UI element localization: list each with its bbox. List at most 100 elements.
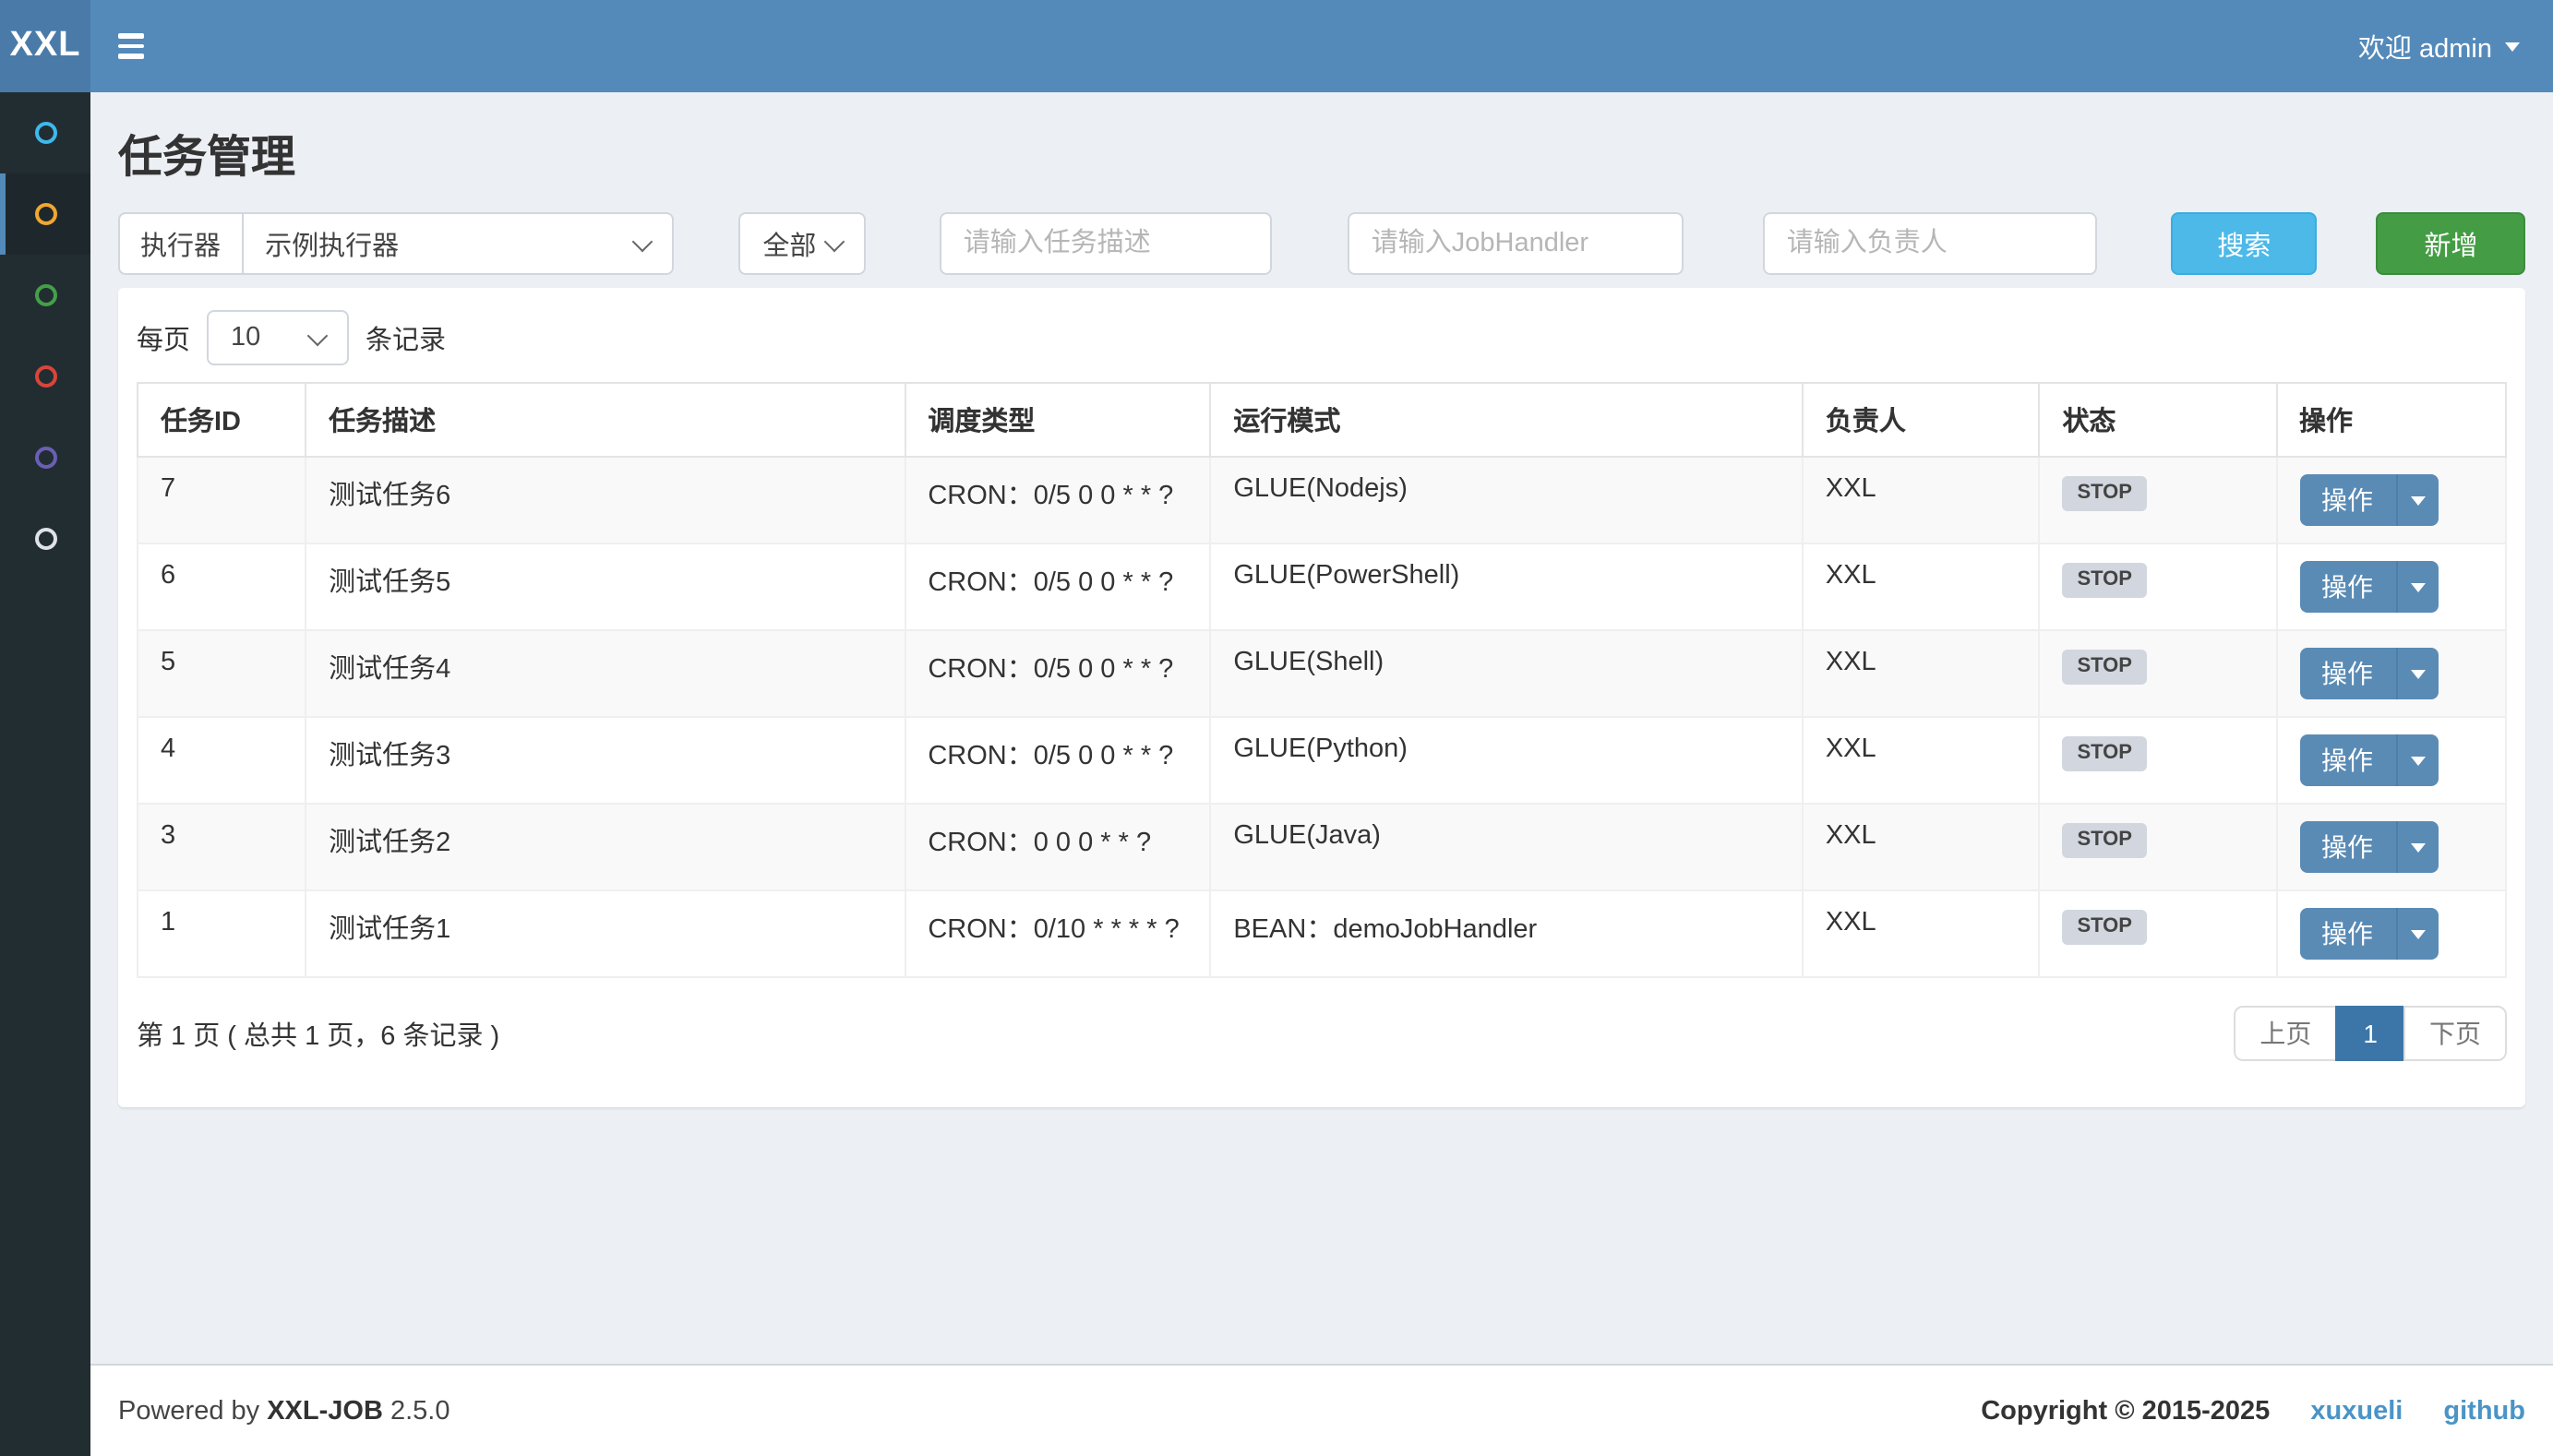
action-split-button: 操作 [2299, 561, 2438, 613]
run-mode-cell: GLUE(Python) [1210, 717, 1803, 804]
job-id-cell: 5 [138, 630, 306, 717]
action-cell: 操作 [2276, 804, 2506, 890]
page-size-value: 10 [231, 323, 260, 352]
navbar-main: 欢迎 admin [90, 0, 2553, 92]
search-button[interactable]: 搜索 [2171, 212, 2318, 275]
schedule-cell: CRON：0/10 * * * * ? [905, 890, 1210, 977]
status-cell: STOP [2039, 457, 2276, 543]
circle-icon [34, 528, 56, 550]
executor-label: 执行器 [118, 212, 241, 275]
owner-cell: XXL [1803, 890, 2040, 977]
sidebar-item-3[interactable] [0, 255, 90, 336]
pagination-info: 第 1 页 ( 总共 1 页，6 条记录 ) [137, 1014, 499, 1053]
job-desc-cell: 测试任务5 [306, 543, 905, 630]
col-job-id: 任务ID [138, 383, 306, 457]
job-desc-cell: 测试任务1 [306, 890, 905, 977]
copyright-text: Copyright © 2015-2025 [1981, 1396, 2270, 1426]
top-navbar: XXL 欢迎 admin [0, 0, 2553, 92]
table-footer: 第 1 页 ( 总共 1 页，6 条记录 ) 上页 1 下页 [137, 1006, 2507, 1061]
caret-down-icon [2410, 582, 2425, 591]
job-desc-cell: 测试任务2 [306, 804, 905, 890]
schedule-cell: CRON：0/5 0 0 * * ? [905, 543, 1210, 630]
circle-icon [34, 447, 56, 469]
page-size-prefix: 每页 [137, 318, 190, 357]
action-cell: 操作 [2276, 457, 2506, 543]
executor-select[interactable]: 示例执行器 [241, 212, 674, 275]
action-button[interactable]: 操作 [2299, 561, 2397, 613]
caret-down-icon [2410, 842, 2425, 852]
circle-icon [34, 284, 56, 306]
status-cell: STOP [2039, 543, 2276, 630]
app-name: XXL-JOB [267, 1396, 383, 1426]
col-status: 状态 [2039, 383, 2276, 457]
status-badge: STOP [2062, 650, 2147, 685]
job-desc-cell: 测试任务3 [306, 717, 905, 804]
filter-toolbar: 执行器 示例执行器 全部 搜索 新增 [118, 212, 2525, 275]
action-dropdown-toggle[interactable] [2397, 561, 2438, 613]
status-select-value: 全部 [762, 224, 816, 263]
action-button[interactable]: 操作 [2299, 908, 2397, 960]
job-id-cell: 1 [138, 890, 306, 977]
sidebar-item-2[interactable] [0, 173, 90, 255]
run-mode-cell: BEAN：demoJobHandler [1210, 890, 1803, 977]
action-dropdown-toggle[interactable] [2397, 734, 2438, 786]
powered-by: Powered by XXL-JOB 2.5.0 [118, 1396, 449, 1426]
action-button[interactable]: 操作 [2299, 734, 2397, 786]
action-button[interactable]: 操作 [2299, 648, 2397, 699]
status-badge: STOP [2062, 476, 2147, 511]
page-size-select[interactable]: 10 [207, 310, 349, 365]
action-dropdown-toggle[interactable] [2397, 474, 2438, 526]
sidebar-toggle-button[interactable] [118, 0, 174, 92]
status-select[interactable]: 全部 [738, 212, 865, 275]
sidebar-item-1[interactable] [0, 92, 90, 173]
app-logo[interactable]: XXL [0, 0, 90, 92]
sidebar-item-6[interactable] [0, 498, 90, 579]
job-desc-input[interactable] [940, 212, 1272, 275]
user-menu[interactable]: 欢迎 admin [2358, 27, 2520, 66]
col-owner: 负责人 [1803, 383, 2040, 457]
caret-down-icon [2410, 669, 2425, 678]
page-title: 任务管理 [118, 120, 2525, 185]
run-mode-cell: GLUE(PowerShell) [1210, 543, 1803, 630]
xuxueli-link[interactable]: xuxueli [2310, 1396, 2403, 1426]
schedule-cell: CRON：0/5 0 0 * * ? [905, 630, 1210, 717]
action-cell: 操作 [2276, 630, 2506, 717]
sidebar-item-4[interactable] [0, 336, 90, 417]
github-link[interactable]: github [2443, 1396, 2525, 1426]
action-button[interactable]: 操作 [2299, 821, 2397, 873]
executor-select-value: 示例执行器 [265, 224, 399, 263]
action-cell: 操作 [2276, 717, 2506, 804]
chevron-down-icon [823, 231, 845, 252]
circle-icon [34, 122, 56, 144]
action-cell: 操作 [2276, 890, 2506, 977]
add-job-button[interactable]: 新增 [2377, 212, 2525, 275]
caret-down-icon [2505, 42, 2520, 51]
col-job-desc: 任务描述 [306, 383, 905, 457]
sidebar-item-5[interactable] [0, 417, 90, 498]
run-mode-cell: GLUE(Shell) [1210, 630, 1803, 717]
col-action: 操作 [2276, 383, 2506, 457]
page-footer: Powered by XXL-JOB 2.5.0 Copyright © 201… [90, 1364, 2553, 1456]
pagination-prev[interactable]: 上页 [2234, 1006, 2337, 1061]
pagination-next[interactable]: 下页 [2403, 1006, 2507, 1061]
action-split-button: 操作 [2299, 821, 2438, 873]
status-badge: STOP [2062, 910, 2147, 945]
author-input[interactable] [1763, 212, 2097, 275]
status-badge: STOP [2062, 736, 2147, 771]
action-dropdown-toggle[interactable] [2397, 908, 2438, 960]
action-dropdown-toggle[interactable] [2397, 648, 2438, 699]
job-id-cell: 4 [138, 717, 306, 804]
job-handler-input[interactable] [1348, 212, 1684, 275]
action-button[interactable]: 操作 [2299, 474, 2397, 526]
pagination-page-1[interactable]: 1 [2335, 1006, 2405, 1061]
chevron-down-icon [632, 231, 653, 252]
action-dropdown-toggle[interactable] [2397, 821, 2438, 873]
job-table-panel: 每页 10 条记录 任务ID 任务描述 调度类型 运行模式 [118, 288, 2525, 1107]
job-id-cell: 3 [138, 804, 306, 890]
caret-down-icon [2410, 495, 2425, 505]
chevron-down-icon [307, 325, 329, 346]
action-split-button: 操作 [2299, 474, 2438, 526]
welcome-text: 欢迎 admin [2358, 27, 2492, 66]
table-row: 4 测试任务3 CRON：0/5 0 0 * * ? GLUE(Python) … [138, 717, 2506, 804]
table-header-row: 任务ID 任务描述 调度类型 运行模式 负责人 状态 操作 [138, 383, 2506, 457]
